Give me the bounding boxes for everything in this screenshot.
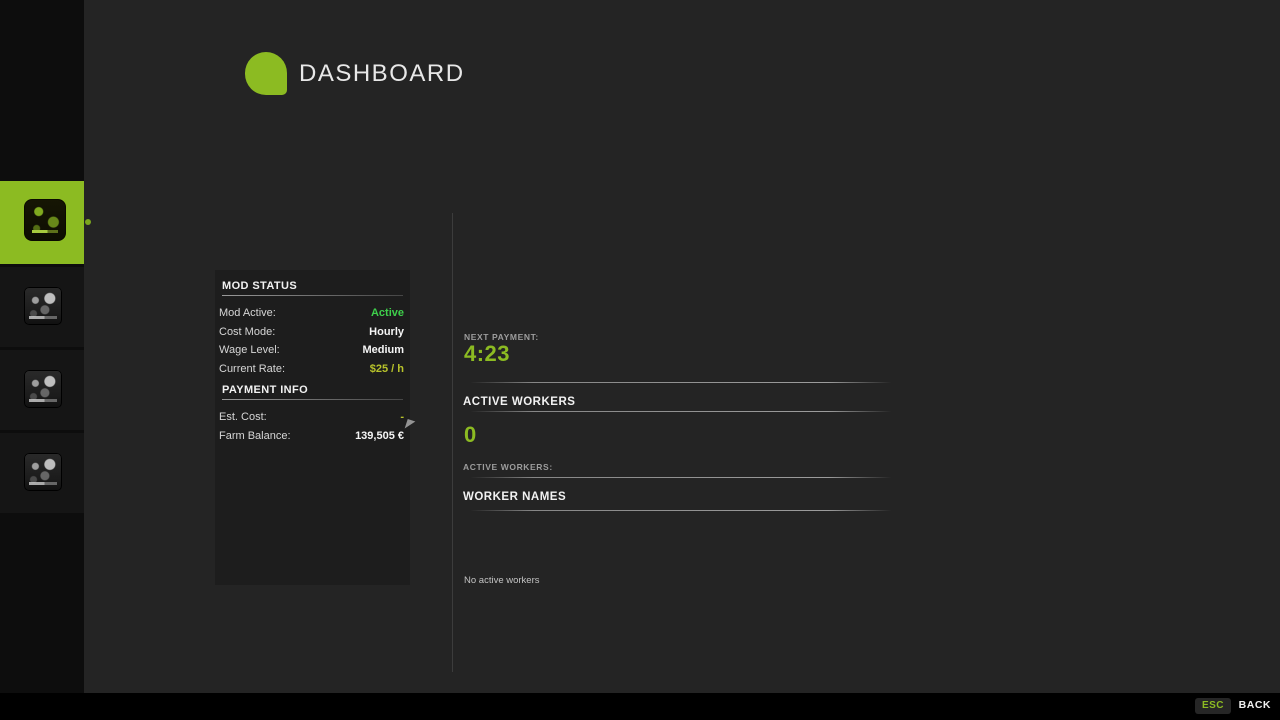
sidebar-item-mod[interactable]	[0, 350, 84, 430]
worker-names-header: WORKER NAMES	[463, 491, 566, 503]
row-label: Farm Balance:	[219, 430, 291, 442]
mod-sidebar	[0, 0, 84, 693]
horizontal-divider	[470, 477, 892, 478]
status-row: Wage Level: Medium	[219, 341, 404, 360]
selected-tab-indicator-dot	[85, 219, 91, 225]
status-row: Cost Mode: Hourly	[219, 323, 404, 342]
footer-bar: ESC BACK	[0, 693, 1280, 720]
status-row: Farm Balance: 139,505 €	[219, 427, 404, 446]
row-label: Current Rate:	[219, 363, 285, 375]
mouse-cursor-icon	[405, 419, 416, 431]
section-divider	[222, 295, 403, 296]
row-label: Mod Active:	[219, 307, 276, 319]
row-value: Active	[371, 307, 404, 319]
mod-thumbnail-icon	[24, 287, 62, 325]
horizontal-divider	[470, 382, 892, 383]
next-payment-value: 4:23	[464, 341, 510, 367]
status-panel: MOD STATUS Mod Active: Active Cost Mode:…	[215, 270, 410, 585]
status-row: Est. Cost: -	[219, 408, 404, 427]
row-value: 139,505 €	[355, 430, 404, 442]
vertical-divider	[452, 213, 453, 672]
horizontal-divider	[470, 510, 892, 511]
page-title: DASHBOARD	[299, 60, 465, 88]
status-row: Mod Active: Active	[219, 304, 404, 323]
mod-thumbnail-icon	[24, 199, 66, 241]
dashboard-screen: DASHBOARD MOD STATUS Mod Active: Active …	[0, 0, 1280, 720]
sidebar-item-selected[interactable]	[0, 181, 84, 264]
row-value: Medium	[362, 344, 404, 356]
row-label: Wage Level:	[219, 344, 280, 356]
mod-status-header: MOD STATUS	[222, 280, 410, 292]
row-value: Hourly	[369, 326, 404, 338]
section-divider	[222, 399, 403, 400]
empty-workers-message: No active workers	[464, 575, 540, 586]
active-workers-count: 0	[464, 422, 477, 448]
horizontal-divider	[470, 411, 892, 412]
back-button[interactable]: BACK	[1239, 699, 1271, 711]
payment-info-header: PAYMENT INFO	[222, 384, 410, 396]
app-logo-icon	[245, 52, 287, 95]
sidebar-item-mod[interactable]	[0, 267, 84, 347]
row-value: $25 / h	[370, 363, 404, 375]
active-workers-header: ACTIVE WORKERS	[463, 396, 575, 408]
sidebar-item-mod[interactable]	[0, 433, 84, 513]
row-value: -	[400, 411, 404, 423]
esc-key-button[interactable]: ESC	[1195, 698, 1231, 714]
row-label: Est. Cost:	[219, 411, 267, 423]
row-label: Cost Mode:	[219, 326, 275, 338]
active-workers-sublabel: ACTIVE WORKERS:	[463, 462, 553, 472]
mod-thumbnail-icon	[24, 370, 62, 408]
mod-thumbnail-icon	[24, 453, 62, 491]
status-row: Current Rate: $25 / h	[219, 360, 404, 379]
